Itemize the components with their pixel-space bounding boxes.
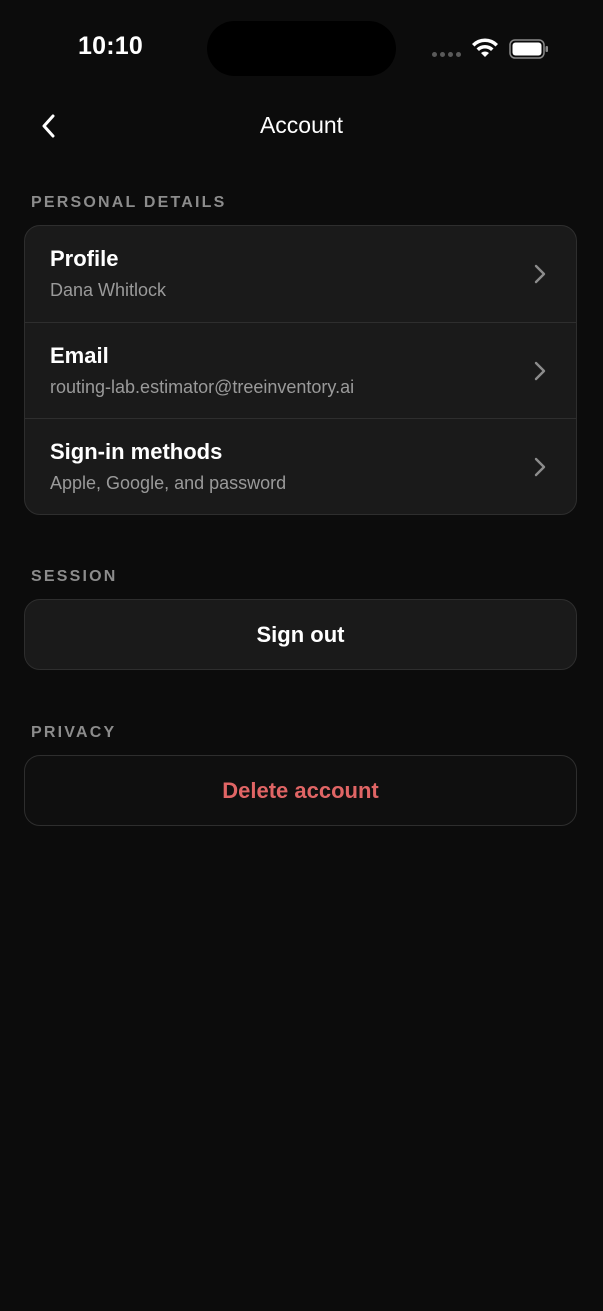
personal-details-group: Profile Dana Whitlock Email routing-lab.… [24, 225, 577, 515]
sign-in-methods-row[interactable]: Sign-in methods Apple, Google, and passw… [25, 418, 576, 514]
email-row-subtitle: routing-lab.estimator@treeinventory.ai [50, 377, 355, 397]
section-header-personal-details: PERSONAL DETAILS [31, 194, 227, 211]
cellular-signal-icon [432, 52, 461, 57]
status-bar: 10:10 [0, 0, 603, 96]
status-time: 10:10 [78, 32, 143, 60]
chevron-right-icon [534, 361, 546, 381]
chevron-right-icon [534, 457, 546, 477]
delete-account-button[interactable]: Delete account [24, 755, 577, 826]
chevron-right-icon [534, 264, 546, 284]
battery-icon [509, 39, 548, 59]
section-header-session: SESSION [31, 568, 118, 585]
sign-in-methods-row-subtitle: Apple, Google, and password [50, 473, 287, 493]
wifi-icon [472, 38, 498, 57]
email-row[interactable]: Email routing-lab.estimator@treeinventor… [25, 322, 576, 418]
email-row-title: Email [50, 343, 109, 368]
profile-row-subtitle: Dana Whitlock [50, 280, 167, 300]
page-title: Account [259, 112, 344, 138]
dynamic-island [207, 21, 396, 76]
navigation-bar: Account [0, 100, 603, 154]
sign-in-methods-row-title: Sign-in methods [50, 439, 223, 464]
section-header-privacy: PRIVACY [31, 724, 117, 741]
profile-row-title: Profile [50, 246, 119, 271]
profile-row[interactable]: Profile Dana Whitlock [25, 226, 576, 322]
sign-out-button[interactable]: Sign out [24, 599, 577, 670]
